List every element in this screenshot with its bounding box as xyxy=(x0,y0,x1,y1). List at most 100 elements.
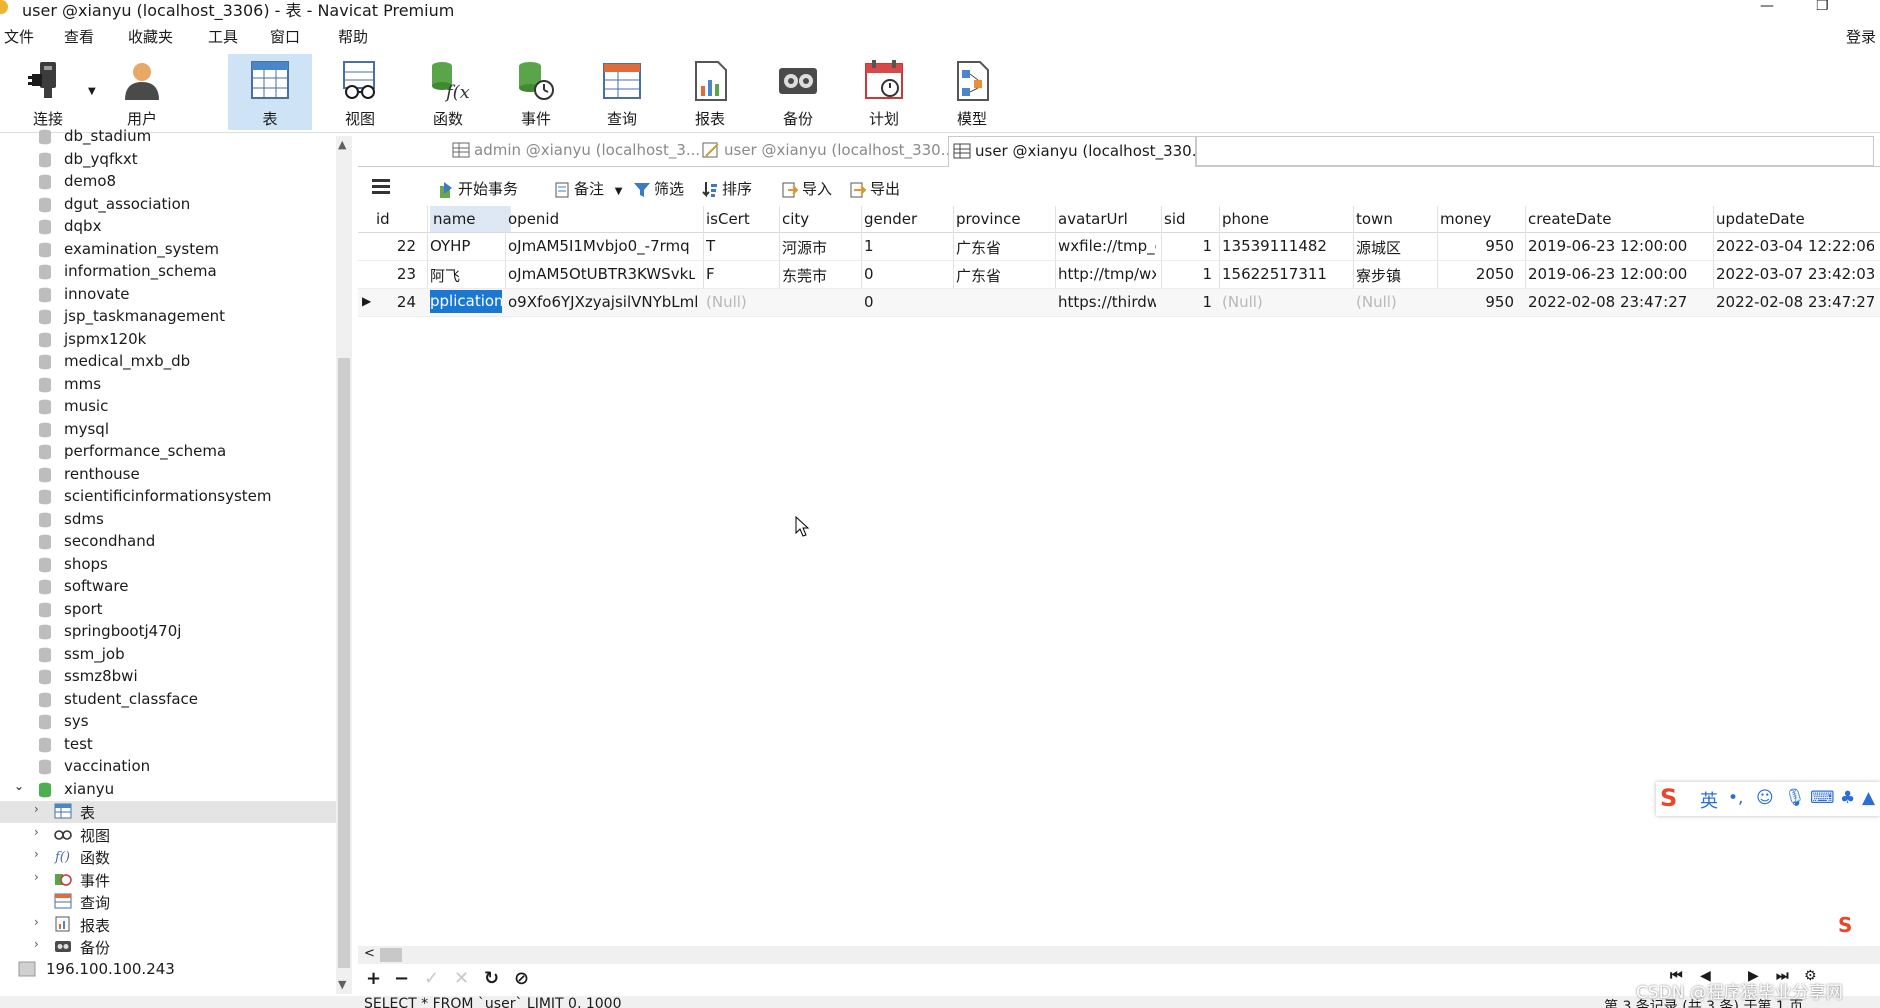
menu-favorites[interactable]: 收藏夹 xyxy=(128,26,173,47)
cell-province[interactable]: 广东省 xyxy=(956,237,1050,258)
tree-node-backup[interactable]: › 备份 xyxy=(0,936,336,958)
cell-province[interactable]: 广东省 xyxy=(956,265,1050,286)
tree-db-scientificinformationsystem[interactable]: scientificinformationsystem xyxy=(0,486,336,508)
tree-db-mms[interactable]: mms xyxy=(0,374,336,396)
cell-city[interactable]: 东莞市 xyxy=(782,265,856,286)
chevron-right-icon[interactable]: › xyxy=(34,802,39,816)
ime-language-toggle[interactable]: 英 xyxy=(1700,787,1718,813)
column-header-phone[interactable]: phone xyxy=(1222,210,1269,228)
tree-db-dgut_association[interactable]: dgut_association xyxy=(0,194,336,216)
tree-db-music[interactable]: music xyxy=(0,396,336,418)
emoji-icon[interactable]: ☺ xyxy=(1756,788,1774,808)
tab-user-design[interactable]: user @xianyu (localhost_330... xyxy=(698,136,955,166)
cell-avatarUrl[interactable]: https://thirdw xyxy=(1058,293,1156,311)
menu-window[interactable]: 窗口 xyxy=(270,26,300,47)
sidebar-scroll-thumb[interactable] xyxy=(338,358,350,968)
cell-name[interactable]: pplication xyxy=(430,290,502,313)
menu-tools[interactable]: 工具 xyxy=(208,26,238,47)
cell-isCert[interactable]: F xyxy=(706,265,776,283)
tab-user-data[interactable]: user @xianyu (localhost_330... xyxy=(948,136,1206,167)
punctuation-icon[interactable]: •, xyxy=(1728,788,1743,808)
tree-db-ssm_job[interactable]: ssm_job xyxy=(0,644,336,666)
tree-db-secondhand[interactable]: secondhand xyxy=(0,531,336,553)
chevron-down-icon[interactable]: ⌄ xyxy=(14,779,24,793)
cell-updateDate[interactable]: 2022-03-04 12:22:06 xyxy=(1716,237,1874,255)
tree-db-test[interactable]: test xyxy=(0,734,336,756)
import-button[interactable]: 导入 xyxy=(782,178,832,199)
cell-openid[interactable]: oJmAM5I1Mvbjo0_-7rmq xyxy=(508,237,698,255)
cell-town[interactable]: (Null) xyxy=(1356,293,1434,311)
grid-horizontal-scrollbar[interactable]: < xyxy=(358,946,1880,964)
column-header-town[interactable]: town xyxy=(1356,210,1393,228)
column-header-province[interactable]: province xyxy=(956,210,1021,228)
tree-db-medical_mxb_db[interactable]: medical_mxb_db xyxy=(0,351,336,373)
grid-scroll-thumb[interactable] xyxy=(380,948,402,962)
cell-phone[interactable]: 13539111482 xyxy=(1222,237,1350,255)
column-header-createDate[interactable]: createDate xyxy=(1528,210,1611,228)
cell-money[interactable]: 950 xyxy=(1436,293,1514,311)
minimize-button[interactable]: — xyxy=(1760,0,1774,14)
note-button[interactable]: 备注 ▼ xyxy=(554,178,623,199)
note-dropdown-icon[interactable]: ▼ xyxy=(615,186,623,197)
report-button[interactable]: 报表 xyxy=(668,54,752,130)
cell-id[interactable]: 22 xyxy=(372,237,416,255)
column-header-id[interactable]: id xyxy=(376,210,390,228)
tree-db-jspmx120k[interactable]: jspmx120k xyxy=(0,329,336,351)
tree-db-performance_schema[interactable]: performance_schema xyxy=(0,441,336,463)
cell-createDate[interactable]: 2019-06-23 12:00:00 xyxy=(1528,265,1710,283)
column-header-name[interactable]: name xyxy=(430,206,511,232)
tree-db-db_yqfkxt[interactable]: db_yqfkxt xyxy=(0,149,336,171)
cell-name[interactable]: OYHP xyxy=(430,237,502,255)
ime-skin-icon[interactable]: ♣ xyxy=(1840,788,1855,808)
chevron-right-icon[interactable]: › xyxy=(34,870,39,884)
menu-file[interactable]: 文件 xyxy=(4,26,34,47)
table-row[interactable]: 22 OYHP oJmAM5I1Mvbjo0_-7rmq T 河源市 1 广东省 wxfile… xyxy=(358,233,1880,261)
cell-openid[interactable]: o9Xfo6YJXzyajsilVNYbLml xyxy=(508,293,698,311)
cell-gender[interactable]: 1 xyxy=(864,237,948,255)
user-button[interactable]: 用户 xyxy=(100,54,184,130)
connect-dropdown-icon[interactable]: ▼ xyxy=(88,86,96,97)
tree-db-software[interactable]: software xyxy=(0,576,336,598)
column-header-isCert[interactable]: isCert xyxy=(706,210,750,228)
event-button[interactable]: 事件 xyxy=(494,54,578,130)
tree-db-student_classface[interactable]: student_classface xyxy=(0,689,336,711)
tree-db-sys[interactable]: sys xyxy=(0,711,336,733)
chevron-right-icon[interactable]: › xyxy=(34,937,39,951)
scroll-up-icon[interactable]: ▲ xyxy=(338,138,346,151)
sogou-logo-icon[interactable]: S xyxy=(1660,784,1677,812)
tree-db-dqbx[interactable]: dqbx xyxy=(0,216,336,238)
filter-button[interactable]: 筛选 xyxy=(634,178,684,199)
tree-db-innovate[interactable]: innovate xyxy=(0,284,336,306)
tree-db-renthouse[interactable]: renthouse xyxy=(0,464,336,486)
restore-button[interactable]: ❐ xyxy=(1816,0,1829,14)
cell-city[interactable]: 河源市 xyxy=(782,237,856,258)
tree-node-table[interactable]: › 表 xyxy=(0,801,336,823)
tree-db-demo8[interactable]: demo8 xyxy=(0,171,336,193)
cell-phone[interactable]: 15622517311 xyxy=(1222,265,1350,283)
cell-town[interactable]: 寮步镇 xyxy=(1356,265,1434,286)
column-header-gender[interactable]: gender xyxy=(864,210,917,228)
tree-db-springbootj470j[interactable]: springbootj470j xyxy=(0,621,336,643)
scroll-left-icon[interactable]: < xyxy=(364,946,375,961)
cell-id[interactable]: 23 xyxy=(372,265,416,283)
ime-tools-icon[interactable]: ▲ xyxy=(1862,788,1875,808)
view-button[interactable]: 视图 xyxy=(318,54,402,130)
tree-db-shops[interactable]: shops xyxy=(0,554,336,576)
sort-button[interactable]: 排序 xyxy=(702,178,752,199)
cell-money[interactable]: 2050 xyxy=(1436,265,1514,283)
tree-db-sdms[interactable]: sdms xyxy=(0,509,336,531)
table-row[interactable]: 23 阿飞 oJmAM5OtUBTR3KWSvkւ F 东莞市 0 广东省 http://tm… xyxy=(358,261,1880,289)
tab-admin[interactable]: admin @xianyu (localhost_3... xyxy=(448,136,700,166)
cell-createDate[interactable]: 2022-02-08 23:47:27 xyxy=(1528,293,1710,311)
column-header-avatarUrl[interactable]: avatarUrl xyxy=(1058,210,1128,228)
chevron-right-icon[interactable]: › xyxy=(34,915,39,929)
chevron-right-icon[interactable]: › xyxy=(34,825,39,839)
keyboard-icon[interactable]: ⌨ xyxy=(1810,788,1835,808)
begin-transaction-button[interactable]: 开始事务 xyxy=(438,178,518,199)
grid-menu-button[interactable] xyxy=(372,176,394,194)
tree-node-query[interactable]: 查询 xyxy=(0,891,336,913)
stop-icon[interactable]: ⊘ xyxy=(514,968,529,989)
model-button[interactable]: 模型 xyxy=(930,54,1014,130)
column-header-updateDate[interactable]: updateDate xyxy=(1716,210,1805,228)
sidebar-scrollbar[interactable]: ▲ ▼ xyxy=(336,136,352,994)
